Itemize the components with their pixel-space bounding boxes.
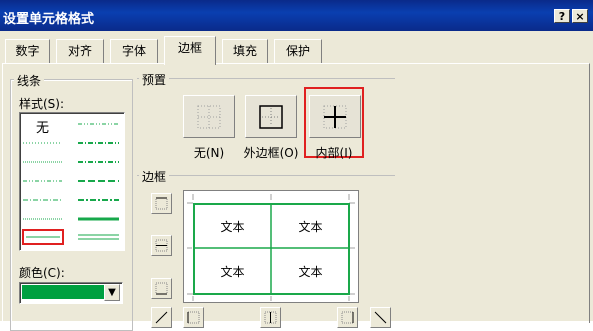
line-style-samples[interactable] [20,113,122,249]
tab-border[interactable]: 边框 [164,36,216,65]
border-separator [137,175,395,176]
selected-color-swatch [22,285,104,299]
border-top-icon [155,197,168,210]
presets-separator [137,78,395,79]
border-left-icon [187,311,200,324]
border-right-button[interactable] [337,307,358,328]
border-vertical-icon [264,311,277,324]
title-bar: 设置单元格格式 ? × [0,0,593,31]
chevron-down-icon[interactable]: ▼ [104,284,120,301]
border-diagonal-up-button[interactable] [151,307,172,328]
border-left-button[interactable] [183,307,204,328]
diagonal-down-icon [374,311,387,324]
tab-font[interactable]: 字体 [110,39,158,63]
border-outline-icon [259,105,283,129]
color-dropdown[interactable]: ▼ [19,282,123,304]
preset-inside-label: 内部(I) [315,146,353,160]
border-preview-lines [187,194,355,301]
preset-none-label: 无(N) [193,146,225,160]
tab-number[interactable]: 数字 [5,39,50,63]
tab-alignment[interactable]: 对齐 [56,39,104,63]
preview-cell-text: 文本 [298,265,323,279]
preset-none-button[interactable] [183,95,235,138]
window-title: 设置单元格格式 [3,12,95,27]
border-horizontal-icon [155,239,168,252]
preset-outline-label: 外边框(O) [243,146,299,160]
border-center-button[interactable] [260,307,281,328]
border-right-icon [341,311,354,324]
border-none-icon [197,105,221,129]
diagonal-up-icon [155,311,168,324]
border-top-button[interactable] [151,193,172,214]
color-label: 颜色(C): [19,266,65,280]
border-bottom-button[interactable] [151,278,172,299]
border-group-label: 边框 [139,168,170,185]
preview-cell-text: 文本 [220,220,245,234]
tab-protection[interactable]: 保护 [274,39,322,63]
presets-group-label: 预置 [139,71,170,88]
border-bottom-icon [155,282,168,295]
close-button[interactable]: × [572,9,588,23]
preview-cell-text: 文本 [298,220,323,234]
tab-fill[interactable]: 填充 [222,39,268,63]
preset-outline-button[interactable] [245,95,297,138]
border-diagonal-down-button[interactable] [370,307,391,328]
help-button[interactable]: ? [554,9,570,23]
style-label: 样式(S): [19,97,65,111]
preview-cell-text: 文本 [220,265,245,279]
border-middle-button[interactable] [151,235,172,256]
line-group-label: 线条 [14,72,45,89]
